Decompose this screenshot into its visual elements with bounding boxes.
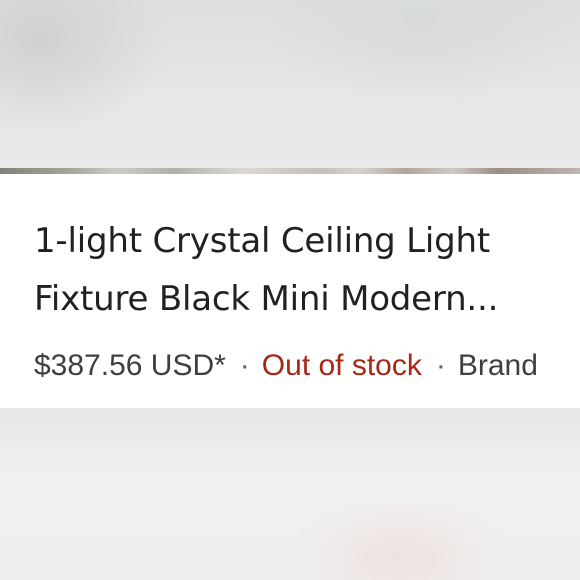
product-image-bottom — [0, 408, 580, 580]
screenshot: 1-light Crystal Ceiling Light Fixture Bl… — [0, 0, 580, 580]
price-label: $387.56 USD* — [34, 349, 226, 382]
product-meta-row: $387.56 USD* · Out of stock · Brand — [34, 346, 580, 386]
product-title-line-2: Fixture Black Mini Modern... — [34, 279, 499, 319]
stock-status: Out of stock — [261, 349, 422, 382]
separator-dot: · — [239, 349, 250, 382]
separator-dot: · — [435, 349, 446, 382]
product-result-card[interactable]: 1-light Crystal Ceiling Light Fixture Bl… — [0, 174, 580, 409]
product-image-top — [0, 0, 580, 174]
product-title-line-1: 1-light Crystal Ceiling Light — [34, 221, 491, 261]
brand-label: Brand — [457, 349, 538, 382]
product-title[interactable]: 1-light Crystal Ceiling Light Fixture Bl… — [34, 212, 580, 328]
